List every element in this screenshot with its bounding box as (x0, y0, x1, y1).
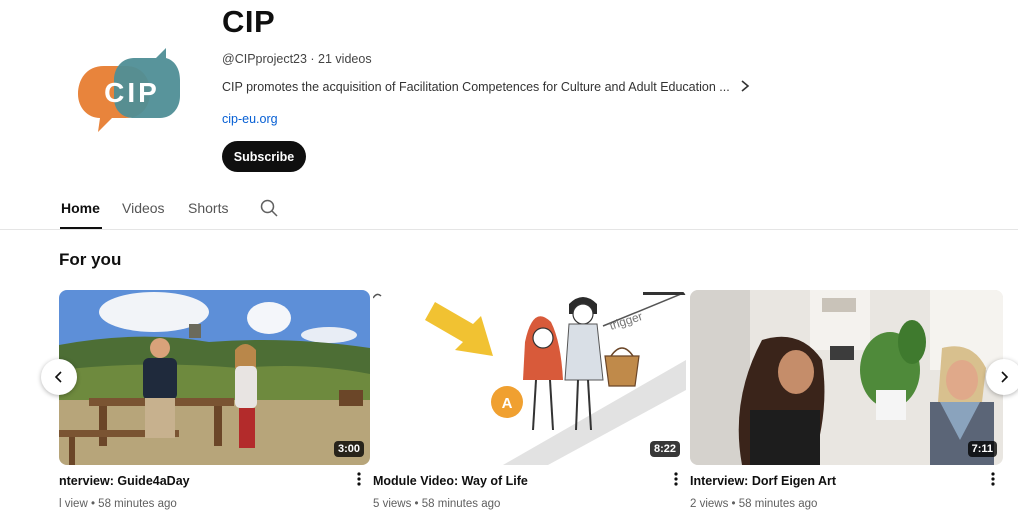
channel-tabs: Home Videos Shorts (0, 192, 1018, 230)
video-title[interactable]: nterview: Guide4aDay (59, 474, 190, 488)
more-vert-icon[interactable] (988, 470, 998, 488)
tab-videos[interactable]: Videos (122, 200, 165, 216)
video-thumbnail[interactable]: 3:00 (59, 290, 370, 465)
tab-home[interactable]: Home (61, 200, 100, 216)
video-title[interactable]: Module Video: Way of Life (373, 474, 528, 488)
chevron-left-icon (54, 371, 62, 383)
carousel-next-button[interactable] (986, 359, 1018, 395)
channel-meta: @CIPproject23 · 21 videos (222, 52, 372, 66)
carousel-prev-button[interactable] (41, 359, 77, 395)
channel-link[interactable]: cip-eu.org (222, 112, 278, 126)
more-vert-icon[interactable] (671, 470, 681, 488)
channel-title: CIP (222, 4, 276, 39)
video-thumbnail[interactable]: 7:11 (690, 290, 1003, 465)
chevron-right-icon (1001, 371, 1009, 383)
channel-logo: CIP (74, 44, 190, 136)
tab-shorts[interactable]: Shorts (188, 200, 228, 216)
video-meta: l view • 58 minutes ago (59, 498, 177, 510)
video-duration: 7:11 (967, 441, 997, 457)
video-thumbnail[interactable]: trigger A 8:22 (373, 290, 686, 465)
video-duration: 3:00 (333, 441, 364, 457)
logo-text: CIP (104, 77, 160, 108)
search-icon[interactable] (259, 198, 279, 218)
more-vert-icon[interactable] (354, 470, 364, 488)
channel-description[interactable]: CIP promotes the acquisition of Facilita… (222, 80, 730, 94)
chevron-right-icon[interactable] (738, 77, 752, 95)
video-meta: 2 views • 58 minutes ago (690, 498, 818, 510)
video-title[interactable]: Interview: Dorf Eigen Art (690, 474, 836, 488)
thumb-badge: A (502, 395, 513, 412)
section-title: For you (59, 250, 122, 269)
subscribe-button[interactable]: Subscribe (222, 141, 306, 172)
video-duration: 8:22 (649, 441, 680, 457)
active-tab-indicator (60, 227, 102, 229)
video-meta: 5 views • 58 minutes ago (373, 498, 501, 510)
